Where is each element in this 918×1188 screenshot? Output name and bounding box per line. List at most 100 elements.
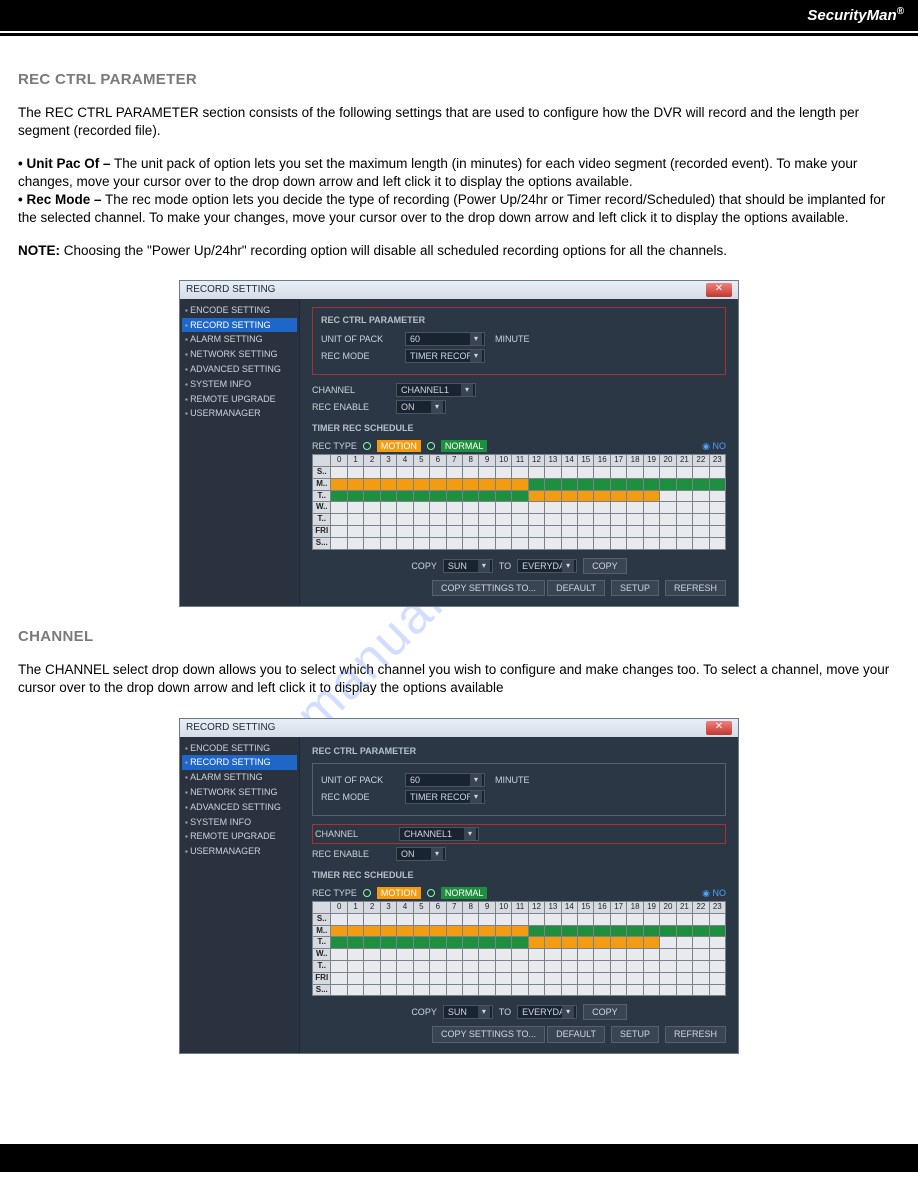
unit-of-pack-label-2: UNIT OF PACK [321,774,399,786]
tree-item-usermanager[interactable]: USERMANAGER [182,406,297,421]
rec-type-no-option-2[interactable]: ◉ NO [702,887,726,899]
tree-item-system-info[interactable]: SYSTEM INFO [182,377,297,392]
tree-item-encode-setting[interactable]: ENCODE SETTING [182,303,297,318]
rec-type-motion-option[interactable]: MOTION [377,440,421,452]
section-title-rec-ctrl: REC CTRL PARAMETER [18,70,900,90]
window-title: RECORD SETTING [186,283,275,297]
rec-mode-label-2: REC MODE [321,791,399,803]
settings-main-panel: REC CTRL PARAMETER UNIT OF PACK 60 MINUT… [300,299,738,606]
copy-button-2[interactable]: COPY [583,1004,627,1020]
bullet-unit-pac-text: The unit pack of option lets you set the… [18,156,857,189]
window-title-2: RECORD SETTING [186,721,275,735]
rec-type-normal-radio-2[interactable] [427,889,435,897]
rec-ctrl-parameter-box-2: UNIT OF PACK 60 MINUTE REC MODE TIMER RE… [312,763,726,816]
channel-select-2[interactable]: CHANNEL1 [399,827,479,841]
screenshot-2: RECORD SETTING ✕ ENCODE SETTINGRECORD SE… [18,718,900,1054]
record-setting-window-2: RECORD SETTING ✕ ENCODE SETTINGRECORD SE… [179,718,739,1054]
channel-label: CHANNEL [312,384,390,396]
tree-item-alarm-setting[interactable]: ALARM SETTING [182,770,297,785]
bullet-unit-pac-label: • Unit Pac Of – [18,156,111,171]
tree-item-system-info[interactable]: SYSTEM INFO [182,815,297,830]
note-paragraph: NOTE: Choosing the "Power Up/24hr" recor… [18,242,900,260]
copy-settings-to-button[interactable]: COPY SETTINGS TO... [432,580,545,596]
rec-mode-select[interactable]: TIMER RECORD [405,349,485,363]
rec-type-no-option[interactable]: ◉ NO [702,440,726,452]
rec-type-normal-option[interactable]: NORMAL [441,440,488,452]
rec-enable-label: REC ENABLE [312,401,390,413]
rec-type-label-2: REC TYPE [312,887,357,899]
bullet-rec-mode-text: The rec mode option lets you decide the … [18,192,885,225]
page-footer-bar [0,1144,918,1172]
rec-mode-select-2[interactable]: TIMER RECORD [405,790,485,804]
close-icon-2[interactable]: ✕ [706,721,732,735]
settings-tree: ENCODE SETTINGRECORD SETTINGALARM SETTIN… [180,299,300,606]
schedule-grid-2[interactable]: 01234567891011121314151617181920212223S.… [312,901,726,996]
unit-of-pack-select-2[interactable]: 60 [405,773,485,787]
page-content: manualshive.com REC CTRL PARAMETER The R… [0,36,918,1104]
unit-of-pack-suffix: MINUTE [495,333,530,345]
screenshot-1: RECORD SETTING ✕ ENCODE SETTINGRECORD SE… [18,280,900,607]
copy-to-label: TO [499,560,511,572]
channel-intro: The CHANNEL select drop down allows you … [18,661,900,697]
copy-to-select[interactable]: EVERYDAY [517,559,577,573]
note-label: NOTE: [18,243,60,258]
refresh-button-2[interactable]: REFRESH [665,1026,726,1042]
rec-ctrl-intro: The REC CTRL PARAMETER section consists … [18,104,900,140]
default-button[interactable]: DEFAULT [547,580,605,596]
settings-main-panel-2: REC CTRL PARAMETER UNIT OF PACK 60 MINUT… [300,737,738,1053]
setup-button[interactable]: SETUP [611,580,659,596]
default-button-2[interactable]: DEFAULT [547,1026,605,1042]
tree-item-advanced-setting[interactable]: ADVANCED SETTING [182,362,297,377]
window-titlebar: RECORD SETTING ✕ [180,281,738,299]
brand-registered: ® [897,6,904,17]
copy-row-2: COPY SUN TO EVERYDAY COPY [312,1004,726,1020]
record-setting-window: RECORD SETTING ✕ ENCODE SETTINGRECORD SE… [179,280,739,607]
copy-from-select[interactable]: SUN [443,559,493,573]
tree-item-remote-upgrade[interactable]: REMOTE UPGRADE [182,829,297,844]
channel-label-2: CHANNEL [315,828,393,840]
unit-of-pack-select[interactable]: 60 [405,332,485,346]
rec-type-motion-radio-2[interactable] [363,889,371,897]
rec-enable-select-2[interactable]: ON [396,847,446,861]
copy-to-select-2[interactable]: EVERYDAY [517,1005,577,1019]
timer-rec-schedule-title: TIMER REC SCHEDULE [312,422,726,434]
tree-item-remote-upgrade[interactable]: REMOTE UPGRADE [182,392,297,407]
copy-to-label-2: TO [499,1006,511,1018]
rec-type-normal-radio[interactable] [427,442,435,450]
copy-row: COPY SUN TO EVERYDAY COPY [312,558,726,574]
rec-type-motion-radio[interactable] [363,442,371,450]
channel-select[interactable]: CHANNEL1 [396,383,476,397]
brand-header: SecurityMan® [0,0,918,31]
tree-item-network-setting[interactable]: NETWORK SETTING [182,347,297,362]
brand-name: SecurityMan [807,7,896,24]
rec-type-row-2: REC TYPE MOTION NORMAL ◉ NO [312,887,726,899]
close-icon[interactable]: ✕ [706,283,732,297]
tree-item-record-setting[interactable]: RECORD SETTING [182,755,297,770]
tree-item-usermanager[interactable]: USERMANAGER [182,844,297,859]
tree-item-network-setting[interactable]: NETWORK SETTING [182,785,297,800]
unit-of-pack-label: UNIT OF PACK [321,333,399,345]
timer-rec-schedule-title-2: TIMER REC SCHEDULE [312,869,726,881]
copy-from-select-2[interactable]: SUN [443,1005,493,1019]
copy-settings-to-button-2[interactable]: COPY SETTINGS TO... [432,1026,545,1042]
rec-type-normal-option-2[interactable]: NORMAL [441,887,488,899]
rec-type-motion-option-2[interactable]: MOTION [377,887,421,899]
tree-item-encode-setting[interactable]: ENCODE SETTING [182,741,297,756]
copy-label: COPY [411,560,437,572]
tree-item-alarm-setting[interactable]: ALARM SETTING [182,332,297,347]
tree-item-record-setting[interactable]: RECORD SETTING [182,318,297,333]
rec-enable-select[interactable]: ON [396,400,446,414]
bullet-rec-mode-label: • Rec Mode – [18,192,102,207]
rec-enable-label-2: REC ENABLE [312,848,390,860]
rec-ctrl-parameter-box: REC CTRL PARAMETER UNIT OF PACK 60 MINUT… [312,307,726,375]
section-title-channel: CHANNEL [18,627,900,647]
rec-mode-label: REC MODE [321,350,399,362]
note-text: Choosing the "Power Up/24hr" recording o… [60,243,727,258]
refresh-button[interactable]: REFRESH [665,580,726,596]
tree-item-advanced-setting[interactable]: ADVANCED SETTING [182,800,297,815]
schedule-grid[interactable]: 01234567891011121314151617181920212223S.… [312,454,726,549]
setup-button-2[interactable]: SETUP [611,1026,659,1042]
panel-title-2: REC CTRL PARAMETER [312,745,726,757]
copy-button[interactable]: COPY [583,558,627,574]
rec-type-label: REC TYPE [312,440,357,452]
